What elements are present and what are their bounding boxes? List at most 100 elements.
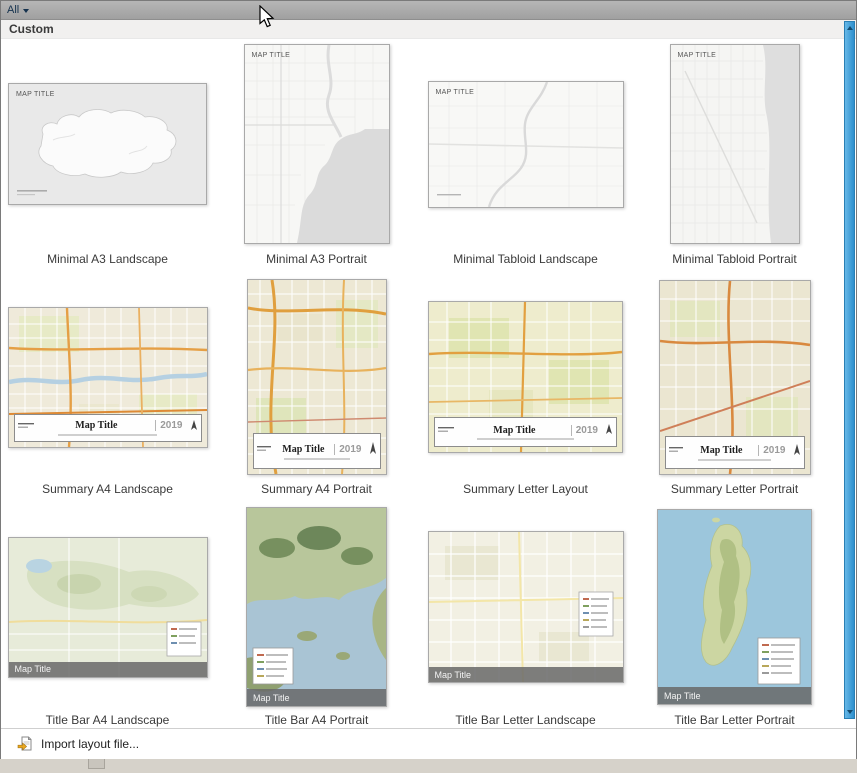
filter-label: All [7, 4, 19, 16]
layout-thumbnail[interactable]: MAP TITLE [244, 44, 390, 244]
map-preview [671, 45, 799, 243]
triangle-up-icon [847, 26, 853, 30]
layout-template-label: Minimal A3 Portrait [266, 252, 367, 267]
layout-item-summary-a4-portrait[interactable]: Map Title 2019 Summary A4 Portrait [212, 277, 421, 497]
map-preview [245, 45, 389, 243]
layout-thumbnail[interactable]: Map Title [428, 531, 624, 683]
thumb-slot: Map Title 2019 [8, 277, 208, 477]
layout-gallery-panel: All Custom MAP TIT [0, 0, 857, 759]
triangle-down-icon [847, 710, 853, 714]
scale-bar-icon [18, 422, 38, 430]
layout-item-minimal-tabloid-landscape[interactable]: MAP TITLE Minimal Tabloid Landscape [421, 41, 630, 267]
titlebar-overlay: Map Title [658, 687, 811, 704]
banner-credits-line [284, 458, 350, 460]
thumb-slot: Map Title [428, 506, 624, 708]
layout-item-summary-letter-portrait[interactable]: Map Title 2019 Summary Letter Portrait [630, 277, 839, 497]
titlebar-overlay: Map Title [9, 662, 207, 677]
titlebar-overlay: Map Title [247, 689, 386, 706]
north-arrow-icon [605, 424, 613, 436]
summary-banner: Map Title 2019 [434, 417, 617, 447]
banner-year: 2019 [155, 420, 186, 431]
layout-item-titlebar-a4-landscape[interactable]: Map Title Title Bar A4 Landscape [3, 506, 212, 728]
titlebar-overlay: Map Title [429, 667, 623, 682]
layout-item-minimal-tabloid-portrait[interactable]: MAP TITLE Minimal Tabloid Portrait [630, 41, 839, 267]
banner-year: 2019 [571, 425, 602, 436]
chevron-down-icon [23, 9, 29, 13]
thumb-slot: Map Title [246, 506, 387, 708]
layout-thumbnail[interactable]: Map Title 2019 [247, 279, 387, 475]
thumb-slot: MAP TITLE [428, 41, 624, 247]
banner-credits-line [477, 438, 573, 440]
map-preview [429, 82, 623, 207]
thumb-slot: Map Title 2019 [247, 277, 387, 477]
layout-item-titlebar-a4-portrait[interactable]: Map Title Title Bar A4 Portrait [212, 506, 421, 728]
thumb-slot: MAP TITLE [244, 41, 390, 247]
map-preview [9, 84, 206, 204]
layout-template-label: Minimal Tabloid Portrait [672, 252, 797, 267]
titlebar-map-title: Map Title [253, 693, 290, 703]
thumb-slot: Map Title [657, 506, 812, 708]
layout-item-summary-letter-layout[interactable]: Map Title 2019 Summary Letter Layout [421, 277, 630, 497]
filter-bar: All [1, 1, 856, 20]
thumb-slot: Map Title [8, 506, 208, 708]
import-layout-row[interactable]: Import layout file... [1, 728, 856, 759]
layout-thumbnail[interactable]: MAP TITLE [670, 44, 800, 244]
layout-thumbnail[interactable]: Map Title [246, 507, 387, 707]
layout-item-titlebar-letter-landscape[interactable]: Map Title Title Bar Letter Landscape [421, 506, 630, 728]
scroll-down-arrow[interactable] [845, 706, 854, 718]
layout-template-label: Summary A4 Landscape [42, 482, 173, 497]
titlebar-map-title: Map Title [15, 664, 52, 674]
layout-item-minimal-a3-portrait[interactable]: MAP TITLE Minimal A3 Portrait [212, 41, 421, 267]
layout-thumbnail[interactable]: Map Title 2019 [659, 280, 811, 475]
layout-template-label: Summary A4 Portrait [261, 482, 372, 497]
layout-item-titlebar-letter-portrait[interactable]: Map Title Title Bar Letter Portrait [630, 506, 839, 728]
scroll-up-arrow[interactable] [845, 22, 854, 34]
banner-credits-line [698, 459, 771, 461]
scrollbar-thumb[interactable] [845, 34, 854, 706]
map-preview [247, 508, 386, 706]
summary-banner: Map Title 2019 [253, 433, 381, 469]
window-background-notch [88, 759, 105, 769]
titlebar-map-title: Map Title [435, 670, 472, 680]
layout-thumbnail[interactable]: Map Title [657, 509, 812, 705]
section-title: Custom [9, 22, 54, 36]
thumb-slot: MAP TITLE [670, 41, 800, 247]
scale-bar-icon [257, 445, 273, 453]
thumb-slot: Map Title 2019 [659, 277, 811, 477]
layout-template-label: Summary Letter Portrait [671, 482, 798, 497]
layout-template-label: Minimal A3 Landscape [47, 252, 168, 267]
layout-thumbnail[interactable]: Map Title [8, 537, 208, 678]
north-arrow-icon [369, 442, 377, 456]
gallery-grid: MAP TITLE Minimal A3 Landscape [3, 41, 839, 728]
map-preview [9, 538, 207, 677]
layout-thumbnail[interactable]: MAP TITLE [428, 81, 624, 208]
banner-map-title: Map Title [273, 444, 335, 455]
layout-template-label: Title Bar A4 Landscape [46, 713, 170, 728]
banner-year: 2019 [758, 445, 789, 456]
banner-map-title: Map Title [685, 445, 759, 456]
banner-map-title: Map Title [458, 425, 571, 436]
layout-item-minimal-a3-landscape[interactable]: MAP TITLE Minimal A3 Landscape [3, 41, 212, 267]
north-arrow-icon [793, 444, 801, 457]
layout-item-summary-a4-landscape[interactable]: Map Title 2019 Summary A4 Landscape [3, 277, 212, 497]
map-preview [429, 532, 623, 682]
layout-thumbnail[interactable]: Map Title 2019 [428, 301, 623, 453]
banner-year: 2019 [334, 444, 365, 455]
thumbnail-map-title: MAP TITLE [16, 91, 55, 98]
layout-template-label: Title Bar Letter Portrait [674, 713, 794, 728]
layout-template-label: Title Bar A4 Portrait [265, 713, 369, 728]
map-preview [658, 510, 811, 704]
layout-template-label: Summary Letter Layout [463, 482, 588, 497]
titlebar-map-title: Map Title [664, 691, 701, 701]
gallery-row: Map Title Title Bar A4 Landscape [3, 506, 839, 728]
summary-banner: Map Title 2019 [14, 414, 202, 442]
layout-template-label: Title Bar Letter Landscape [455, 713, 595, 728]
scrollbar[interactable] [844, 21, 855, 719]
import-file-icon [17, 736, 33, 752]
layout-thumbnail[interactable]: Map Title 2019 [8, 307, 208, 448]
thumbnail-map-title: MAP TITLE [678, 52, 717, 59]
scale-bar-icon [669, 446, 685, 454]
thumb-slot: MAP TITLE [8, 41, 207, 247]
filter-dropdown[interactable]: All [7, 4, 29, 16]
layout-thumbnail[interactable]: MAP TITLE [8, 83, 207, 205]
